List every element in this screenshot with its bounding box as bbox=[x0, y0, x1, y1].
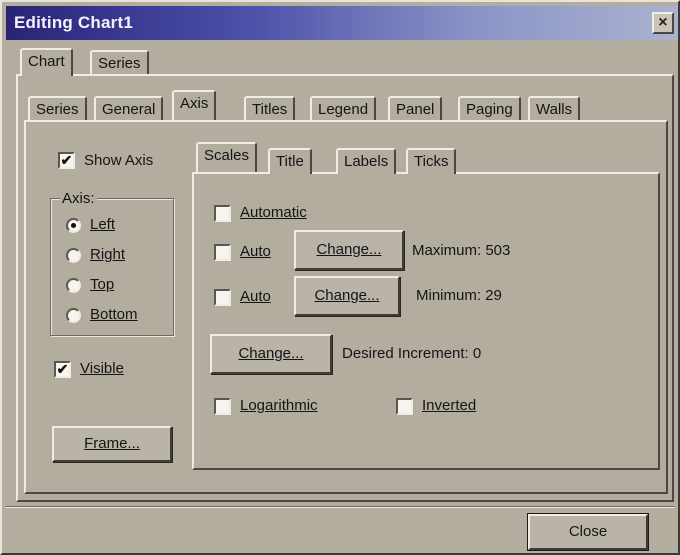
close-button[interactable]: Close bbox=[528, 514, 648, 550]
auto-max-label: Auto bbox=[240, 243, 271, 260]
tab-series[interactable]: Series bbox=[28, 96, 87, 122]
automatic-label: Automatic bbox=[240, 204, 307, 221]
radio-right-label: Right bbox=[90, 246, 126, 263]
tab-paging-label: Paging bbox=[466, 101, 513, 118]
show-axis-checkbox[interactable]: ✔ bbox=[58, 152, 75, 169]
change-minimum-label: Change... bbox=[314, 287, 380, 304]
tab-series-label: Series bbox=[36, 101, 79, 118]
tab-titles[interactable]: Titles bbox=[244, 96, 296, 122]
tab-ticks-label: Ticks bbox=[414, 153, 449, 170]
change-maximum-button[interactable]: Change... bbox=[294, 230, 404, 270]
visible-label: Visible bbox=[80, 360, 124, 377]
minimum-value: Minimum: 29 bbox=[416, 287, 502, 304]
desired-increment-value: Desired Increment: 0 bbox=[342, 345, 482, 362]
radio-top-label: Top bbox=[90, 276, 115, 293]
automatic-checkbox[interactable] bbox=[214, 205, 231, 222]
maximum-value: Maximum: 503 bbox=[412, 242, 511, 259]
inverted-checkbox[interactable] bbox=[396, 398, 413, 415]
tab-axis[interactable]: Axis bbox=[172, 90, 217, 120]
radio-bottom-label: Bottom bbox=[90, 306, 138, 323]
radio-right[interactable] bbox=[66, 248, 81, 263]
frame-button[interactable]: Frame... bbox=[52, 426, 172, 462]
auto-min-checkbox[interactable] bbox=[214, 289, 231, 306]
close-icon: × bbox=[658, 14, 668, 31]
radio-left[interactable] bbox=[66, 218, 81, 233]
tab-panel[interactable]: Panel bbox=[388, 96, 443, 122]
radio-top[interactable] bbox=[66, 278, 81, 293]
radio-selected-dot bbox=[71, 223, 76, 228]
tab-legend[interactable]: Legend bbox=[310, 96, 377, 122]
tab-general[interactable]: General bbox=[94, 96, 164, 122]
tab-panel-label: Panel bbox=[396, 101, 435, 118]
tab-title[interactable]: Title bbox=[268, 148, 312, 174]
radio-left-label: Left bbox=[90, 216, 116, 233]
editing-chart-dialog: Editing Chart1 × Chart Series Series Gen… bbox=[0, 0, 680, 555]
tab-titles-label: Titles bbox=[252, 101, 288, 118]
tab-series-top[interactable]: Series bbox=[90, 50, 149, 76]
axis-group-title: Axis: bbox=[60, 190, 97, 207]
close-window-button[interactable]: × bbox=[652, 12, 674, 34]
tab-series-top-label: Series bbox=[98, 55, 141, 72]
change-maximum-label: Change... bbox=[316, 241, 382, 258]
change-minimum-button[interactable]: Change... bbox=[294, 276, 400, 316]
auto-min-label: Auto bbox=[240, 288, 271, 305]
frame-button-label: Frame... bbox=[84, 435, 140, 452]
title-bar[interactable]: Editing Chart1 × bbox=[6, 6, 678, 40]
tab-scales-label: Scales bbox=[204, 147, 250, 164]
tab-paging[interactable]: Paging bbox=[458, 96, 521, 122]
tab-legend-label: Legend bbox=[318, 101, 369, 118]
inverted-label: Inverted bbox=[422, 397, 477, 414]
close-button-label: Close bbox=[568, 523, 608, 540]
window-title: Editing Chart1 bbox=[14, 13, 133, 32]
tab-walls[interactable]: Walls bbox=[528, 96, 581, 122]
tab-title-label: Title bbox=[276, 153, 304, 170]
tab-labels-label: Labels bbox=[344, 153, 389, 170]
visible-checkbox[interactable]: ✔ bbox=[54, 361, 71, 378]
tab-axis-label: Axis bbox=[180, 95, 209, 112]
change-increment-label: Change... bbox=[238, 345, 304, 362]
show-axis-label: Show Axis bbox=[84, 152, 154, 169]
auto-max-checkbox[interactable] bbox=[214, 244, 231, 261]
tab-chart[interactable]: Chart bbox=[20, 48, 73, 76]
tab-walls-label: Walls bbox=[536, 101, 573, 118]
tab-chart-label: Chart bbox=[28, 53, 65, 70]
tab-scales[interactable]: Scales bbox=[196, 142, 258, 172]
logarithmic-label: Logarithmic bbox=[240, 397, 318, 414]
logarithmic-checkbox[interactable] bbox=[214, 398, 231, 415]
tab-ticks[interactable]: Ticks bbox=[406, 148, 457, 174]
change-increment-button[interactable]: Change... bbox=[210, 334, 332, 374]
tab-general-label: General bbox=[102, 101, 156, 118]
tab-labels[interactable]: Labels bbox=[336, 148, 397, 174]
footer-divider bbox=[6, 506, 674, 508]
radio-bottom[interactable] bbox=[66, 308, 81, 323]
